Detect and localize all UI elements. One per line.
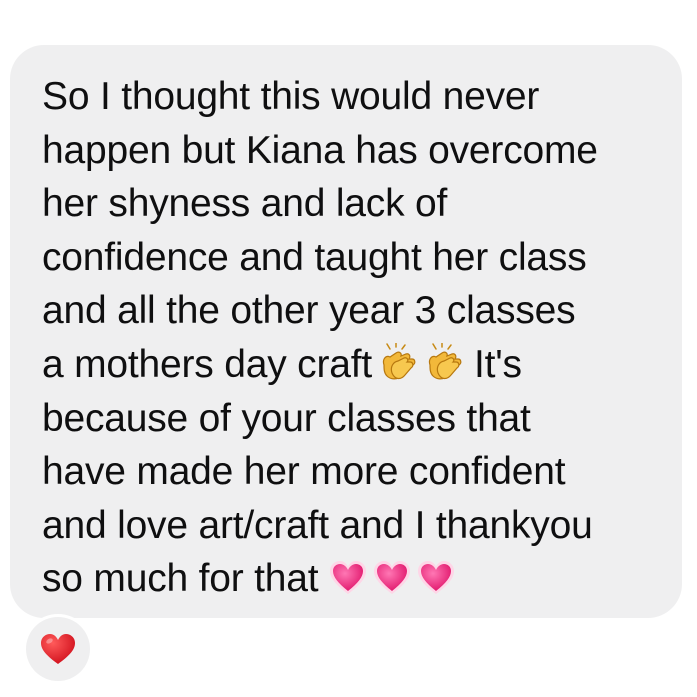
red-heart-icon xyxy=(41,634,75,664)
message-text: so much for that xyxy=(42,557,319,601)
message-line: because of your classes that xyxy=(42,396,531,440)
clapping-hands-icon xyxy=(376,341,422,383)
message-line: happen but Kiana has overcome xyxy=(42,128,598,172)
message-bubble[interactable]: So I thought this would never happen but… xyxy=(10,45,682,618)
clapping-hands-icon xyxy=(422,341,468,383)
message-text: It's xyxy=(474,342,522,386)
chat-screen: So I thought this would never happen but… xyxy=(0,0,697,697)
message-line: and all the other year 3 classes xyxy=(42,289,576,333)
message-line: have made her more confident xyxy=(42,450,566,494)
message-text: a mothers day craft xyxy=(42,342,373,386)
message-line-with-emoji: a mothers day craft It's xyxy=(42,338,682,392)
pink-heart-icon xyxy=(370,558,414,598)
message-line: and love art/craft and I thankyou xyxy=(42,503,593,547)
pink-heart-icon xyxy=(326,558,370,598)
pink-heart-icon xyxy=(414,558,458,598)
message-line-with-emoji: so much for that xyxy=(42,552,682,606)
message-line: So I thought this would never xyxy=(42,75,540,118)
message-line: her shyness and lack of xyxy=(42,182,448,226)
message-reaction[interactable] xyxy=(26,617,90,681)
message-line: confidence and taught her class xyxy=(42,235,587,279)
